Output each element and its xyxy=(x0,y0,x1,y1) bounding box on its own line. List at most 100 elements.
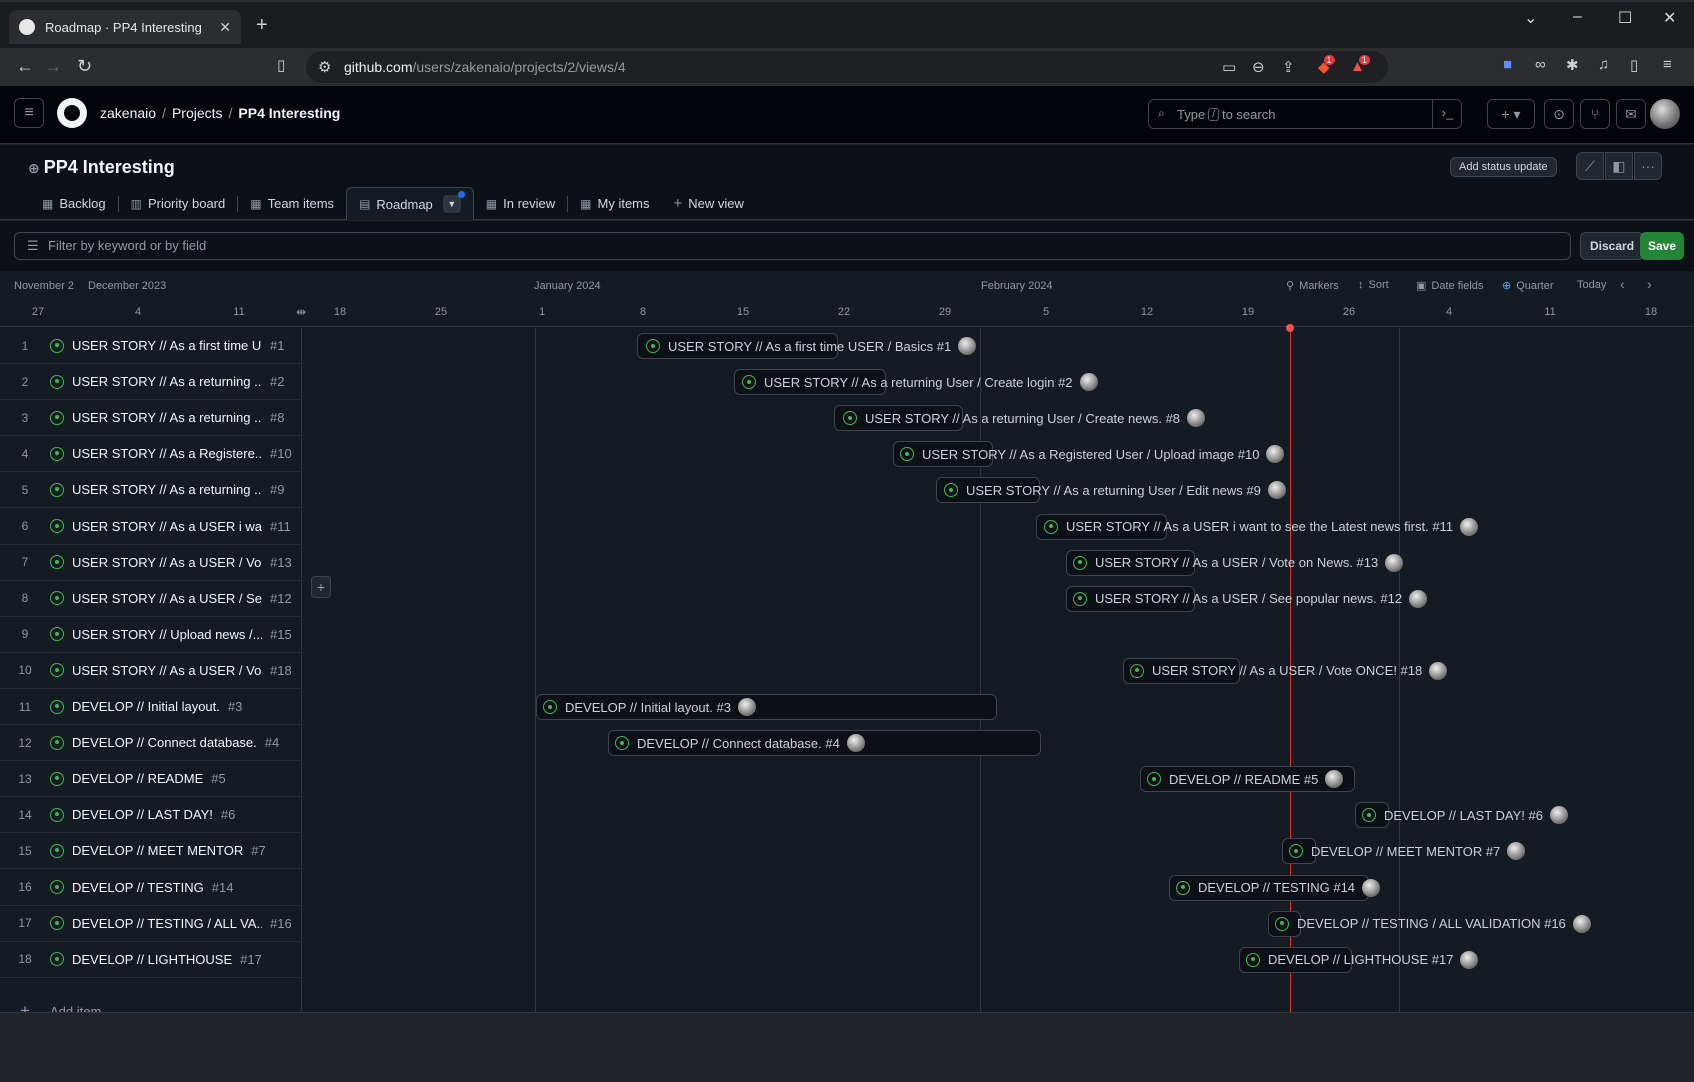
list-item[interactable]: 17 DEVELOP // TESTING / ALL VA... #16 xyxy=(0,906,302,942)
close-tab-icon[interactable]: ✕ xyxy=(219,19,231,36)
assignee-avatar[interactable] xyxy=(1507,842,1526,861)
previous-icon[interactable]: ‹ xyxy=(1620,276,1625,292)
roadmap-bar-label[interactable]: USER STORY // As a USER / Vote on News. … xyxy=(1073,550,1404,576)
forward-icon[interactable]: → xyxy=(44,56,62,77)
save-button[interactable]: Save xyxy=(1640,232,1685,260)
item-title-link[interactable]: DEVELOP // Connect database. xyxy=(72,735,257,750)
list-item[interactable]: 4 USER STORY // As a Registere... #10 xyxy=(0,436,302,473)
item-title-link[interactable]: DEVELOP // MEET MENTOR xyxy=(72,843,243,858)
roadmap-bar-label[interactable]: DEVELOP // MEET MENTOR #7 xyxy=(1289,838,1526,864)
discard-button[interactable]: Discard xyxy=(1580,232,1645,260)
item-title-link[interactable]: DEVELOP // TESTING / ALL VA... xyxy=(72,916,262,931)
side-panel-icon[interactable]: ◧ xyxy=(1605,152,1633,180)
tab-backlog[interactable]: ▦ Backlog xyxy=(30,187,118,220)
roadmap-bar-label[interactable]: DEVELOP // TESTING / ALL VALIDATION #16 xyxy=(1275,911,1591,937)
user-avatar[interactable] xyxy=(1650,99,1680,129)
roadmap-bar-label[interactable]: DEVELOP // README #5 xyxy=(1147,766,1344,792)
item-title-link[interactable]: DEVELOP // README xyxy=(72,771,203,786)
assignee-avatar[interactable] xyxy=(737,698,756,716)
inbox-icon[interactable]: ✉ xyxy=(1616,99,1646,129)
item-title-link[interactable]: USER STORY // As a returning ... xyxy=(72,374,262,389)
item-title-link[interactable]: DEVELOP // Initial layout. xyxy=(72,699,220,714)
breadcrumb-projects[interactable]: Projects xyxy=(172,105,223,121)
filter-input[interactable]: ☰ Filter by keyword or by field xyxy=(14,232,1571,260)
insights-icon[interactable]: ⟋ xyxy=(1576,152,1604,180)
assignee-avatar[interactable] xyxy=(1549,806,1568,825)
roadmap-bar-label[interactable]: DEVELOP // LAST DAY! #6 xyxy=(1362,802,1568,828)
roadmap-bar-label[interactable]: DEVELOP // Connect database. #4 xyxy=(615,730,865,756)
brave-rewards-icon[interactable]: ▲ 1 xyxy=(1350,55,1370,75)
assignee-avatar[interactable] xyxy=(1572,914,1591,933)
breadcrumb-project[interactable]: PP4 Interesting xyxy=(238,105,340,121)
zoom-quarter-button[interactable]: ⊕ Quarter xyxy=(1502,279,1554,292)
assignee-avatar[interactable] xyxy=(1266,445,1285,464)
today-button[interactable]: Today xyxy=(1577,279,1606,291)
github-logo-icon[interactable] xyxy=(57,98,87,128)
sidebar-icon[interactable]: ▯ xyxy=(1630,56,1638,74)
roadmap-bar-label[interactable]: USER STORY // As a USER / See popular ne… xyxy=(1073,586,1428,612)
item-title-link[interactable]: USER STORY // As a first time U... xyxy=(72,338,262,353)
item-title-link[interactable]: USER STORY // As a Registere... xyxy=(72,446,262,461)
assignee-avatar[interactable] xyxy=(1409,589,1428,608)
new-tab-icon[interactable]: + xyxy=(256,14,268,37)
item-title-link[interactable]: USER STORY // As a returning ... xyxy=(72,410,262,425)
issues-icon[interactable]: ⊙ xyxy=(1544,99,1574,129)
zoom-out-icon[interactable]: ⊖ xyxy=(1252,58,1265,76)
roadmap-bar-label[interactable]: DEVELOP // TESTING #14 xyxy=(1176,875,1381,901)
assignee-avatar[interactable] xyxy=(958,337,977,355)
roadmap-bar-label[interactable]: USER STORY // As a USER / Vote ONCE! #18 xyxy=(1130,658,1448,684)
tab-search-icon[interactable]: ⌄ xyxy=(1524,8,1537,28)
more-options-icon[interactable]: ··· xyxy=(1634,152,1662,180)
new-view-button[interactable]: + New view xyxy=(662,187,756,220)
item-title-link[interactable]: USER STORY // As a USER / Se... xyxy=(72,591,262,606)
share-icon[interactable]: ⇪ xyxy=(1282,58,1295,76)
roadmap-bar-label[interactable]: USER STORY // As a returning User / Crea… xyxy=(843,405,1206,431)
roadmap-bar-label[interactable]: DEVELOP // LIGHTHOUSE #17 xyxy=(1246,947,1479,973)
view-options-dropdown[interactable]: ▼ xyxy=(442,191,465,213)
roadmap-bar-label[interactable]: USER STORY // As a returning User / Crea… xyxy=(742,369,1098,395)
item-title-link[interactable]: DEVELOP // LIGHTHOUSE xyxy=(72,952,232,967)
assignee-avatar[interactable] xyxy=(1385,553,1404,572)
add-status-update-button[interactable]: Add status update xyxy=(1450,157,1557,177)
next-icon[interactable]: › xyxy=(1647,276,1652,292)
browser-tab[interactable]: Roadmap · PP4 Interesting ✕ xyxy=(9,10,241,44)
roadmap-bar-label[interactable]: USER STORY // As a first time USER / Bas… xyxy=(646,333,977,359)
roadmap-bar-label[interactable]: USER STORY // As a USER i want to see th… xyxy=(1044,514,1479,540)
item-title-link[interactable]: USER STORY // As a USER / Vo... xyxy=(72,555,262,570)
list-item[interactable]: 5 USER STORY // As a returning ... #9 xyxy=(0,472,302,509)
assignee-avatar[interactable] xyxy=(1429,661,1448,680)
roadmap-bar-label[interactable]: DEVELOP // Initial layout. #3 xyxy=(543,694,756,720)
item-title-link[interactable]: USER STORY // As a returning ... xyxy=(72,482,262,497)
item-title-link[interactable]: USER STORY // Upload news /... xyxy=(72,627,262,642)
assignee-avatar[interactable] xyxy=(846,734,865,753)
menu-icon[interactable]: ≡ xyxy=(1663,56,1672,73)
list-item[interactable]: 16 DEVELOP // TESTING #14 xyxy=(0,870,302,906)
list-item[interactable]: 6 USER STORY // As a USER i wa... #11 xyxy=(0,509,302,545)
tab-roadmap[interactable]: ▤ Roadmap ▼ xyxy=(346,187,474,220)
maximize-icon[interactable]: ☐ xyxy=(1618,8,1632,28)
item-title-link[interactable]: USER STORY // As a USER i wa... xyxy=(72,519,262,534)
back-icon[interactable]: ← xyxy=(16,56,34,77)
breadcrumb-owner[interactable]: zakenaio xyxy=(100,105,156,121)
extensions-icon[interactable]: ✱ xyxy=(1566,56,1579,74)
create-new-button[interactable]: + ▾ xyxy=(1487,99,1535,129)
sort-button[interactable]: ↕ Sort xyxy=(1358,279,1389,291)
assignee-avatar[interactable] xyxy=(1362,878,1381,897)
column-resize-handle[interactable]: ⇹ xyxy=(296,305,306,319)
item-title-link[interactable]: DEVELOP // LAST DAY! xyxy=(72,807,213,822)
minimize-icon[interactable]: – xyxy=(1573,8,1582,26)
list-item[interactable]: 14 DEVELOP // LAST DAY! #6 xyxy=(0,797,302,834)
pull-requests-icon[interactable]: ⑂ xyxy=(1580,99,1610,129)
list-item[interactable]: 15 DEVELOP // MEET MENTOR #7 xyxy=(0,833,302,870)
item-title-link[interactable]: DEVELOP // TESTING xyxy=(72,880,204,895)
close-window-icon[interactable]: ✕ xyxy=(1663,8,1676,28)
list-item[interactable]: 9 USER STORY // Upload news /... #15 xyxy=(0,617,302,653)
roadmap-bar-label[interactable]: USER STORY // As a returning User / Edit… xyxy=(944,477,1286,503)
bookmark-icon[interactable]: ▯ xyxy=(277,56,285,74)
list-item[interactable]: 10 USER STORY // As a USER / Vo... #18 xyxy=(0,653,302,689)
extension-glasses-icon[interactable]: ∞ xyxy=(1535,56,1546,73)
tab-team-items[interactable]: ▦ Team items xyxy=(238,187,346,220)
menu-button[interactable]: ≡ xyxy=(14,98,44,128)
assignee-avatar[interactable] xyxy=(1325,770,1344,789)
assignee-avatar[interactable] xyxy=(1267,481,1286,500)
